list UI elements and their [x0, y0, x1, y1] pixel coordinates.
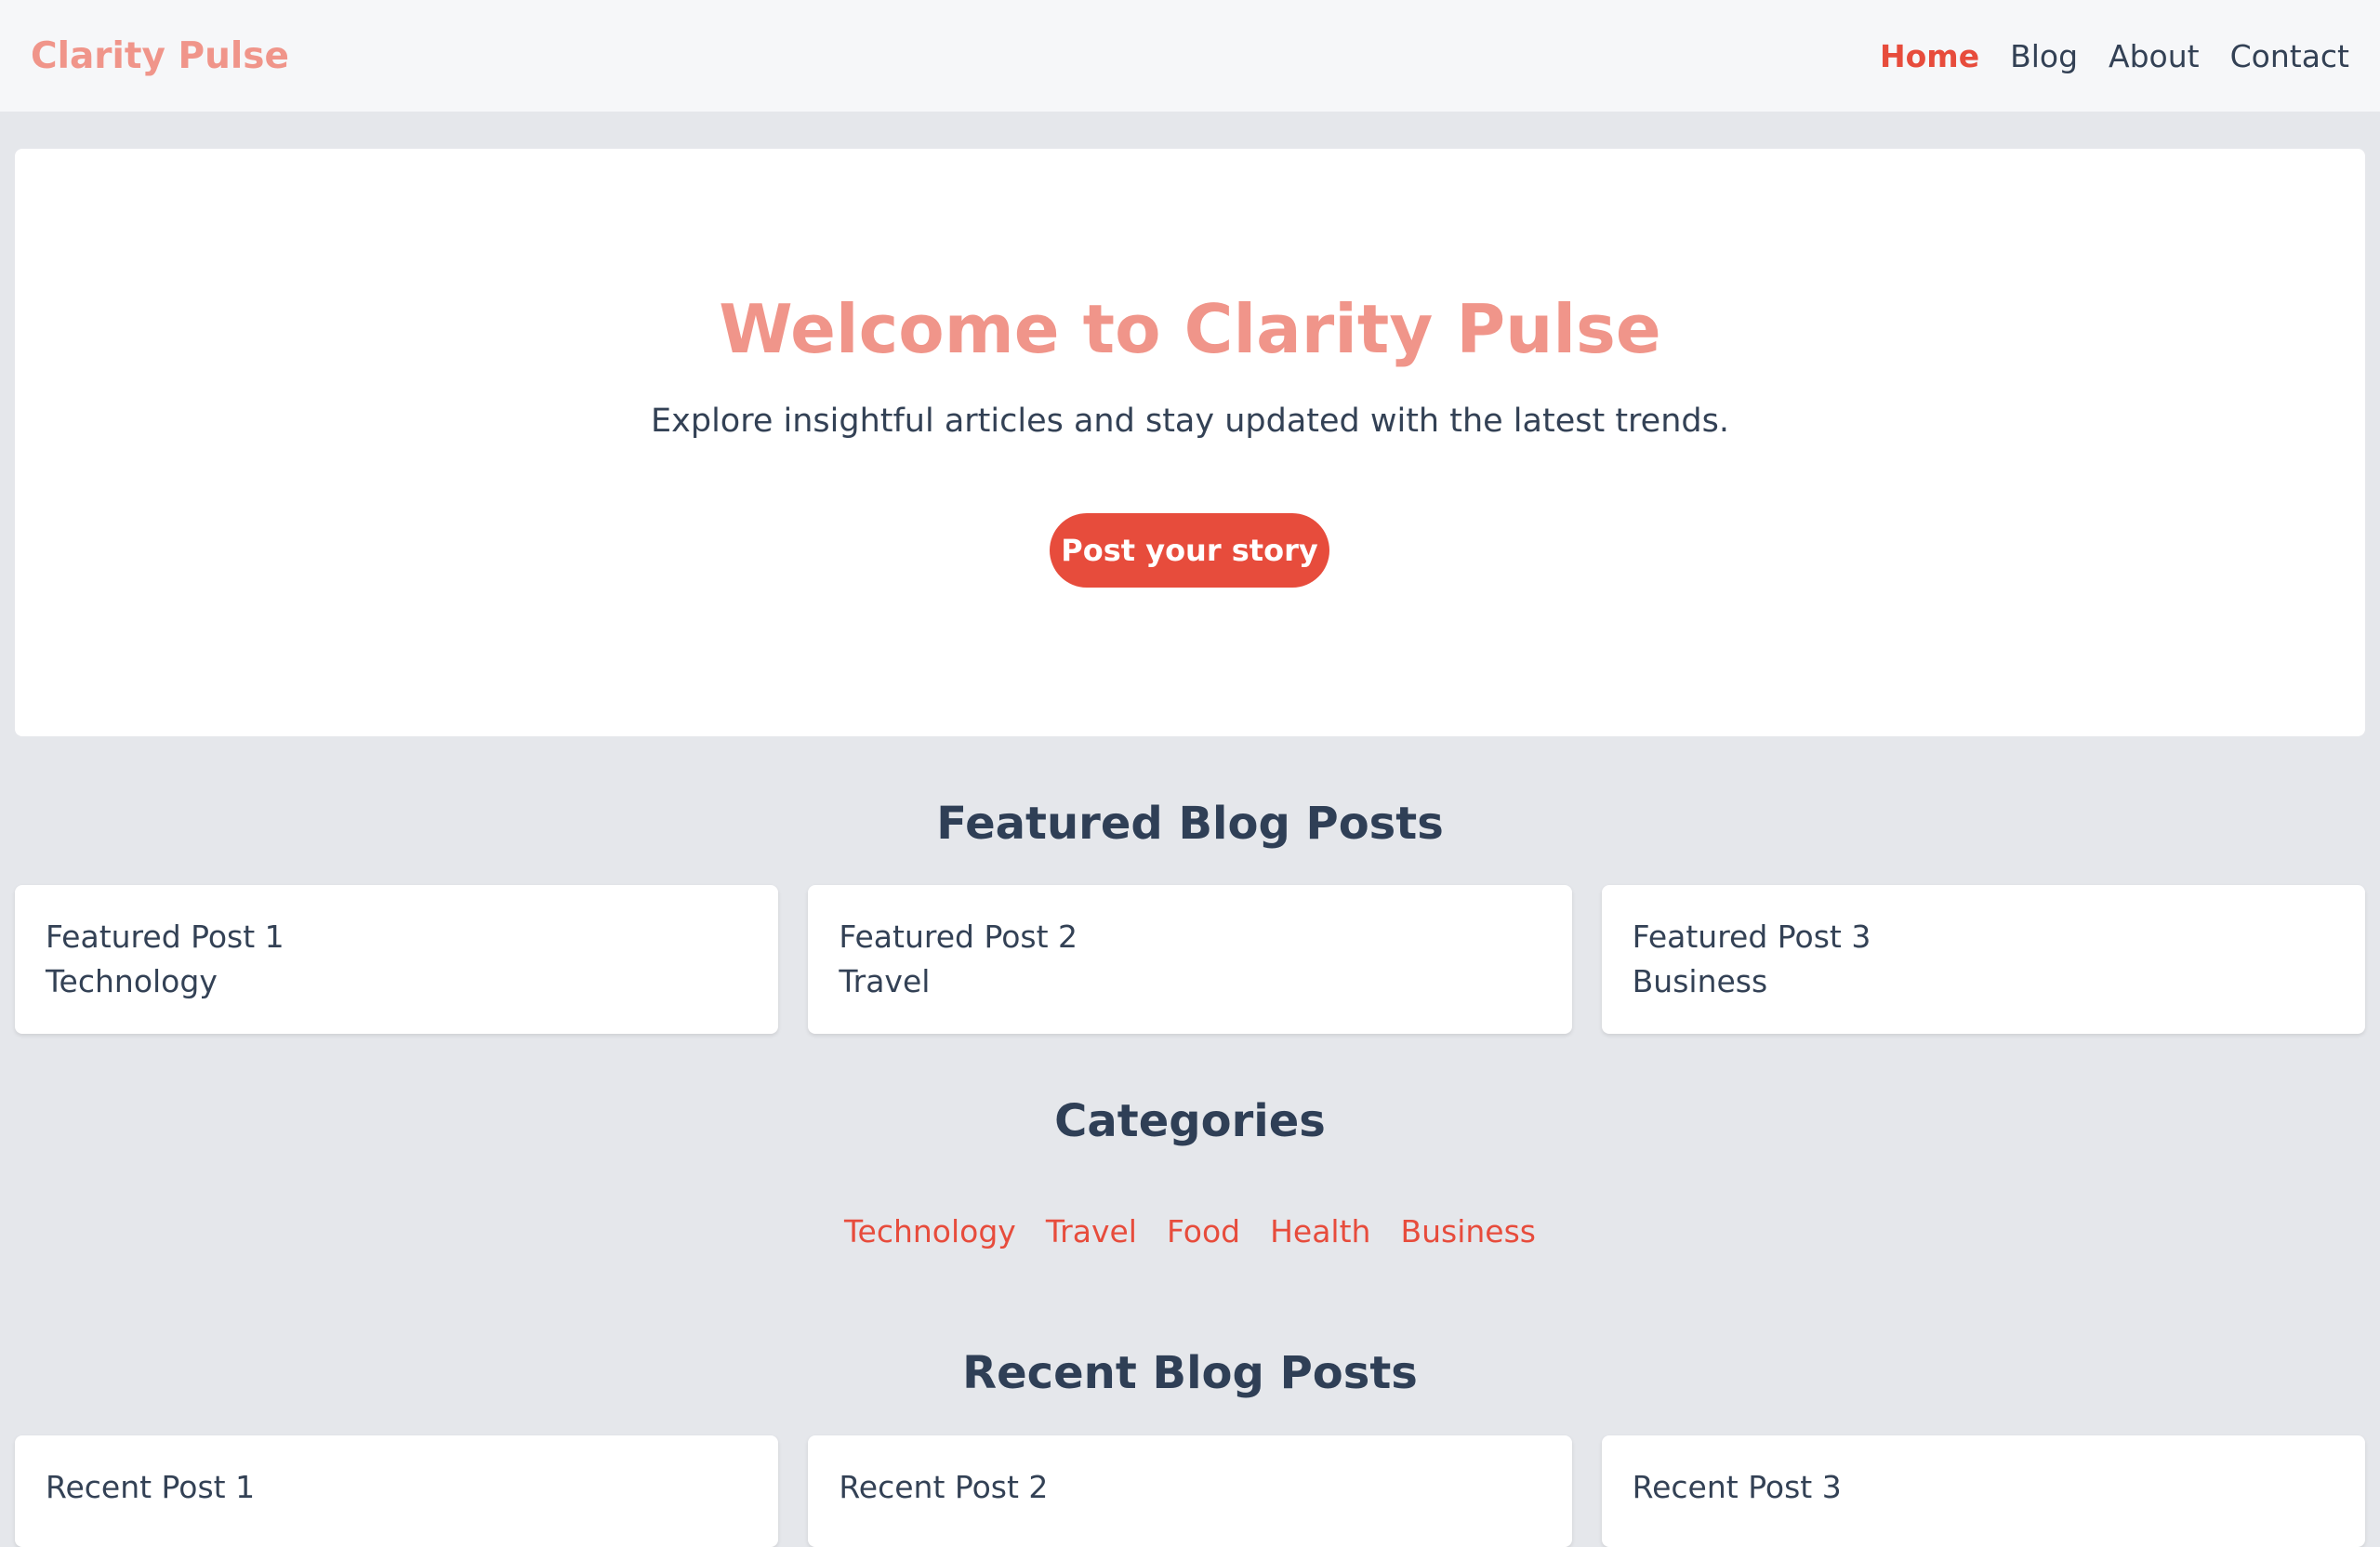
category-health[interactable]: Health — [1270, 1213, 1370, 1250]
post-title: Recent Post 2 — [839, 1469, 1049, 1505]
featured-posts: Featured Post 1 Technology Featured Post… — [15, 885, 2365, 1034]
categories-heading: Categories — [1054, 1095, 1326, 1147]
featured-post-card[interactable]: Featured Post 3 Business — [1601, 885, 2365, 1034]
post-category: Travel — [839, 963, 931, 999]
recent-posts: Recent Post 1 Recent Post 2 Recent Post … — [15, 1435, 2365, 1547]
recent-post-card[interactable]: Recent Post 2 — [808, 1435, 1572, 1547]
category-travel[interactable]: Travel — [1046, 1213, 1137, 1250]
featured-heading: Featured Blog Posts — [936, 798, 1444, 850]
post-title: Featured Post 1 — [46, 919, 284, 955]
category-technology[interactable]: Technology — [844, 1213, 1016, 1250]
hero-subtitle: Explore insightful articles and stay upd… — [651, 403, 1729, 440]
recent-heading: Recent Blog Posts — [962, 1347, 1418, 1399]
brand-logo[interactable]: Clarity Pulse — [31, 35, 289, 77]
category-links: Technology Travel Food Health Business — [0, 1213, 2380, 1250]
nav-blog[interactable]: Blog — [2010, 38, 2078, 74]
post-category: Business — [1632, 963, 1768, 999]
post-category: Technology — [46, 963, 218, 999]
recent-post-card[interactable]: Recent Post 3 — [1601, 1435, 2365, 1547]
featured-post-card[interactable]: Featured Post 1 Technology — [15, 885, 779, 1034]
post-title: Recent Post 1 — [46, 1469, 256, 1505]
post-title: Recent Post 3 — [1632, 1469, 1842, 1505]
nav-about[interactable]: About — [2109, 38, 2200, 74]
hero-title: Welcome to Clarity Pulse — [719, 290, 1661, 368]
hero-section — [15, 149, 2365, 736]
recent-post-card[interactable]: Recent Post 1 — [15, 1435, 779, 1547]
nav-contact[interactable]: Contact — [2230, 38, 2349, 74]
site-header: Clarity Pulse Home Blog About Contact — [0, 0, 2380, 112]
main-nav: Home Blog About Contact — [1880, 38, 2349, 74]
post-title: Featured Post 3 — [1632, 919, 1871, 955]
category-business[interactable]: Business — [1400, 1213, 1536, 1250]
nav-home[interactable]: Home — [1880, 38, 1979, 74]
post-title: Featured Post 2 — [839, 919, 1078, 955]
category-food[interactable]: Food — [1167, 1213, 1240, 1250]
post-story-button[interactable]: Post your story — [1050, 513, 1329, 588]
featured-post-card[interactable]: Featured Post 2 Travel — [808, 885, 1572, 1034]
